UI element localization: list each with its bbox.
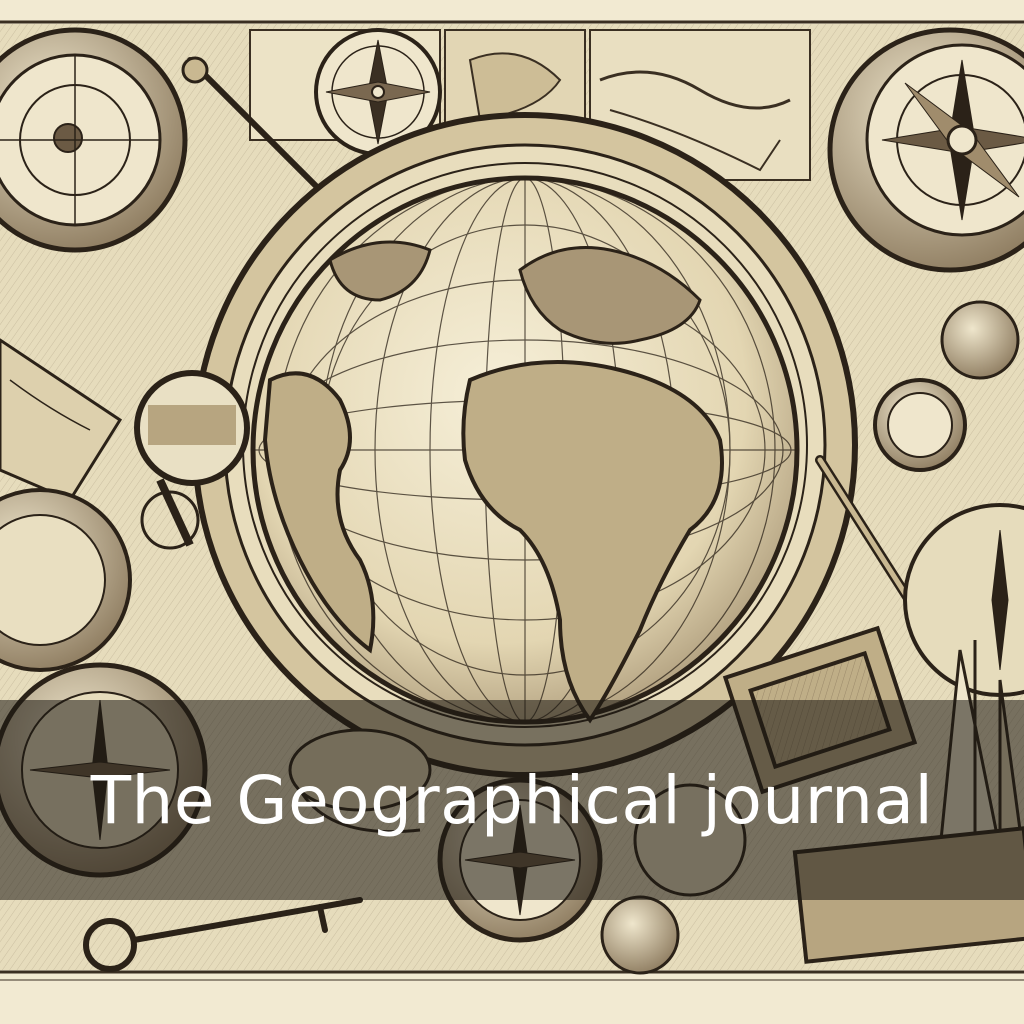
title-banner: The Geographical journal <box>0 700 1024 900</box>
journal-title: The Geographical journal <box>90 761 934 839</box>
poster: The Geographical journal <box>0 0 1024 1024</box>
